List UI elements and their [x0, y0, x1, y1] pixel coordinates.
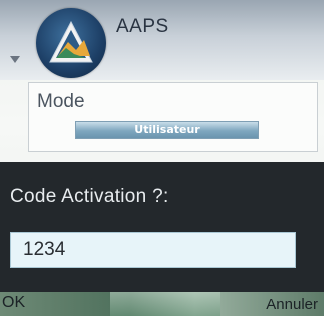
app-title: AAPS [116, 16, 169, 37]
activation-dialog: Code Activation ?: 1234 [0, 162, 324, 292]
dialog-title: Code Activation ?: [10, 186, 169, 207]
mode-selected-option[interactable]: Utilisateur [75, 121, 259, 139]
mode-label: Mode [37, 91, 85, 112]
cancel-softkey[interactable]: Annuler [266, 296, 318, 313]
app-logo-icon [36, 8, 106, 78]
ok-softkey[interactable]: OK [2, 294, 25, 312]
activation-code-input[interactable]: 1234 [10, 232, 296, 268]
device-screen: AAPS Mode Utilisateur Code Activation ?:… [0, 0, 324, 316]
mode-panel[interactable]: Mode Utilisateur [28, 82, 318, 152]
softkey-center-highlight [110, 292, 220, 316]
softkey-bar: OK Annuler [0, 292, 324, 316]
app-header: AAPS [0, 0, 324, 80]
dropdown-arrow-icon[interactable] [10, 56, 20, 63]
mountain-logo-icon [49, 20, 93, 63]
